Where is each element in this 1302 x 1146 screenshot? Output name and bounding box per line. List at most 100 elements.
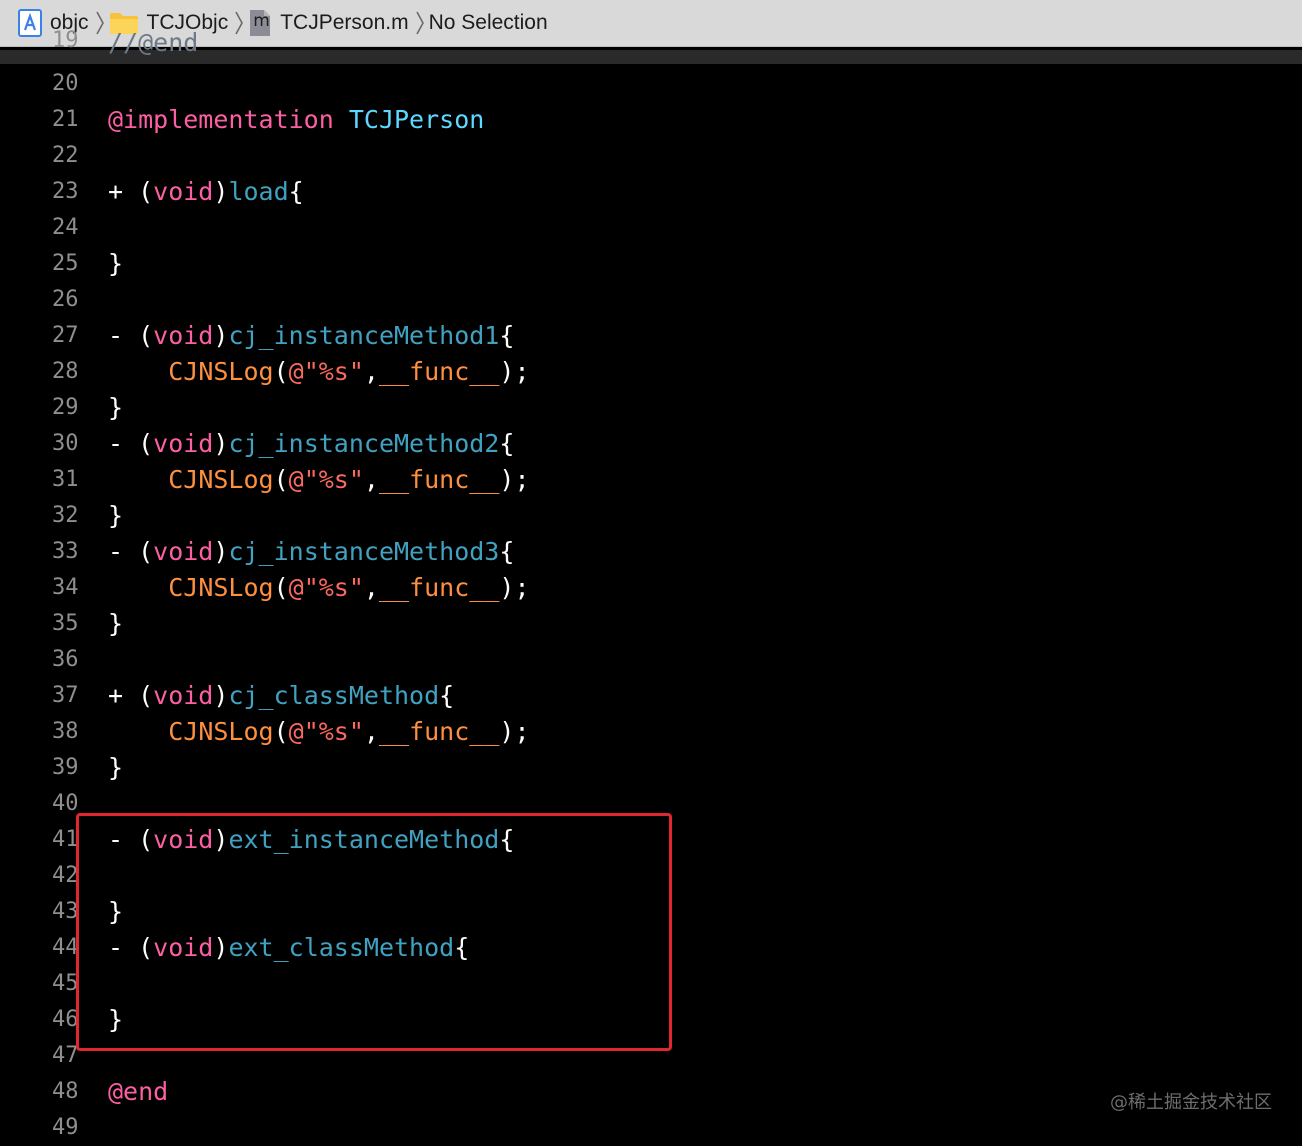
code-token: void (153, 933, 214, 962)
code-token: } (108, 249, 124, 278)
code-token: cj_instanceMethod2 (228, 429, 500, 458)
code-line: 48 @end (0, 1074, 1302, 1110)
code-line: 32} (0, 498, 1302, 534)
objc-m-file-icon: m (248, 9, 272, 37)
code-line: 44 - (void)ext_classMethod{ (0, 930, 1302, 966)
line-number: 20 (52, 71, 79, 96)
chevron-right-icon (95, 10, 105, 36)
chevron-right-icon (415, 10, 425, 36)
code-line: 37 + (void)cj_classMethod{ (0, 678, 1302, 714)
code-token: ( (273, 357, 289, 386)
line-number: 49 (52, 1115, 79, 1140)
code-token: ); (499, 573, 530, 602)
code-line: 25} (0, 246, 1302, 282)
code-token: ) (213, 537, 229, 566)
code-token: ( (273, 465, 289, 494)
code-token: , (363, 717, 379, 746)
xcode-project-icon (18, 9, 42, 37)
code-line: 27 - (void)cj_instanceMethod1{ (0, 318, 1302, 354)
code-token: } (108, 609, 124, 638)
code-token: ext_classMethod (228, 933, 455, 962)
line-number: 21 (52, 107, 79, 132)
line-number: 44 (52, 935, 79, 960)
breadcrumb-selection[interactable]: No Selection (429, 0, 548, 46)
code-token: cj_instanceMethod1 (228, 321, 500, 350)
line-number: 34 (52, 575, 79, 600)
code-line: 45 (0, 966, 1302, 1002)
code-token: { (499, 825, 515, 854)
code-text: CJNSLog(@"%s",__func__); (108, 354, 529, 390)
code-token: { (439, 681, 455, 710)
code-line: 34 CJNSLog(@"%s",__func__); (0, 570, 1302, 606)
breadcrumb-file[interactable]: m TCJPerson.m (248, 0, 409, 46)
code-token: } (108, 393, 124, 422)
code-token: void (153, 825, 214, 854)
code-token: - ( (108, 537, 154, 566)
code-text: - (void)cj_instanceMethod1{ (108, 318, 514, 354)
line-number: 48 (52, 1079, 79, 1104)
code-token: ( (273, 573, 289, 602)
code-text: } (108, 246, 123, 282)
code-text: @implementation TCJPerson (108, 102, 484, 138)
code-token: __func__ (378, 717, 500, 746)
code-token: , (363, 465, 379, 494)
code-token: ( (273, 717, 289, 746)
line-number: 46 (52, 1007, 79, 1032)
partial-line-number: 19 (52, 28, 79, 53)
code-token: void (153, 429, 214, 458)
code-text: } (108, 606, 123, 642)
code-text: } (108, 1002, 123, 1038)
line-number: 23 (52, 179, 79, 204)
code-token: TCJPerson (348, 105, 485, 134)
code-token: CJNSLog (168, 573, 274, 602)
code-token: } (108, 753, 124, 782)
code-line: 47 (0, 1038, 1302, 1074)
line-number: 41 (52, 827, 79, 852)
code-token: ) (213, 825, 229, 854)
line-number: 40 (52, 791, 79, 816)
partial-top-line: 19 //@end (0, 28, 1302, 64)
code-text: + (void)cj_classMethod{ (108, 678, 454, 714)
code-line: 36 (0, 642, 1302, 678)
code-line: 21 @implementation TCJPerson (0, 102, 1302, 138)
code-text: - (void)ext_instanceMethod{ (108, 822, 514, 858)
code-text: - (void)ext_classMethod{ (108, 930, 469, 966)
code-line: 28 CJNSLog(@"%s",__func__); (0, 354, 1302, 390)
code-line: 22 (0, 138, 1302, 174)
code-token: ) (213, 429, 229, 458)
code-text: } (108, 390, 123, 426)
code-token: @"%s" (288, 717, 364, 746)
code-token: __func__ (378, 573, 500, 602)
line-number: 37 (52, 683, 79, 708)
code-token: CJNSLog (168, 717, 274, 746)
code-text: - (void)cj_instanceMethod2{ (108, 426, 514, 462)
code-token: void (153, 321, 214, 350)
code-token: @"%s" (288, 465, 364, 494)
watermark: @稀土掘金技术社区 (1110, 1092, 1272, 1113)
code-token: ) (213, 321, 229, 350)
file-icon-letter: m (253, 11, 270, 31)
code-token: + ( (108, 177, 154, 206)
line-number: 29 (52, 395, 79, 420)
code-line: 43} (0, 894, 1302, 930)
line-number: 24 (52, 215, 79, 240)
line-number: 25 (52, 251, 79, 276)
code-line: 26 (0, 282, 1302, 318)
code-line: 35} (0, 606, 1302, 642)
code-token: { (288, 177, 304, 206)
code-line: 23 + (void)load{ (0, 174, 1302, 210)
code-editor[interactable]: 20 21 @implementation TCJPerson 22 23 + (void… (0, 64, 1302, 1142)
code-token: - ( (108, 933, 154, 962)
line-number: 43 (52, 899, 79, 924)
line-number: 32 (52, 503, 79, 528)
code-line: 30 - (void)cj_instanceMethod2{ (0, 426, 1302, 462)
code-text: CJNSLog(@"%s",__func__); (108, 462, 529, 498)
code-token: __func__ (378, 465, 500, 494)
line-number: 38 (52, 719, 79, 744)
code-token: CJNSLog (168, 357, 274, 386)
code-token: @end (108, 1077, 169, 1106)
